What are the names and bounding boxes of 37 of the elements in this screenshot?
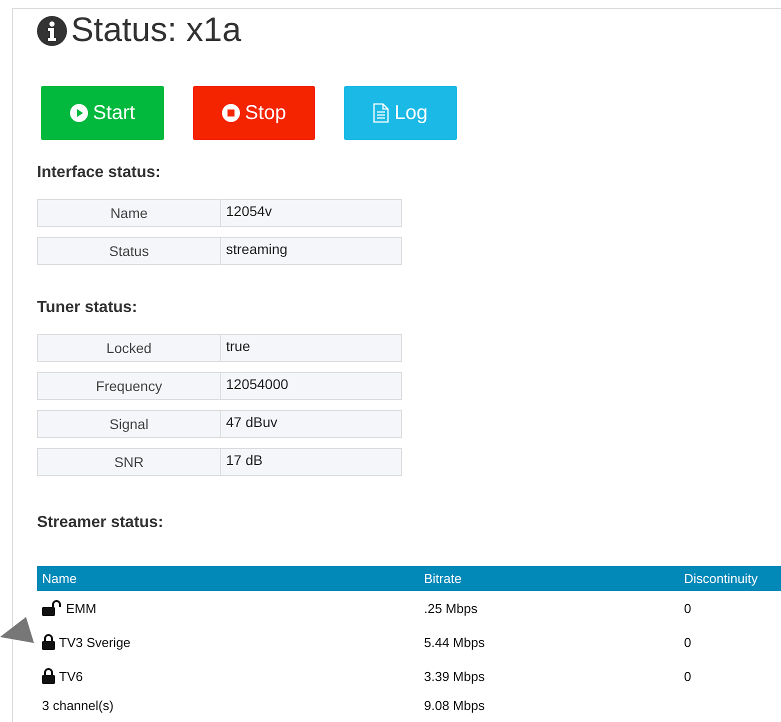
total-bitrate: 9.08 Mbps — [424, 698, 486, 712]
table-cell-text: 0 — [684, 634, 692, 650]
row-label: Status — [38, 238, 221, 264]
section-heading: Streamer status: — [37, 514, 164, 532]
channel-name: EMM — [66, 601, 96, 616]
row-label: Signal — [38, 411, 221, 437]
start-button[interactable]: Start — [41, 86, 164, 140]
table-cell-text: 5.44 Mbps — [424, 634, 486, 650]
row-value: streaming — [225, 240, 288, 259]
column-header: Name — [42, 571, 78, 586]
stop-icon — [222, 104, 240, 122]
log-button[interactable]: Log — [344, 86, 457, 140]
channel-count: 3 channel(s) — [42, 698, 115, 712]
row-label: Locked — [38, 335, 221, 361]
page-title: Status: x1a — [71, 11, 242, 50]
section-heading: Tuner status: — [37, 299, 138, 317]
row-label: Frequency — [38, 373, 221, 399]
row-value: 12054000 — [225, 375, 290, 394]
channel-name: TV6 — [59, 669, 83, 684]
row-value: 47 dBuv — [225, 413, 278, 432]
document-icon — [373, 103, 390, 123]
column-header: Discontinuity — [684, 571, 759, 586]
stop-button[interactable]: Stop — [193, 86, 315, 140]
row-value: true — [225, 337, 252, 356]
info-icon — [37, 16, 67, 46]
table-cell-text: 0 — [684, 600, 692, 616]
table-cell-text: 3.39 Mbps — [424, 668, 486, 684]
play-icon — [70, 104, 88, 122]
row-label: Name — [38, 200, 221, 226]
row-value: 17 dB — [225, 451, 264, 470]
row-value: 12054v — [225, 202, 273, 221]
section-heading: Interface status: — [37, 164, 162, 182]
row-label: SNR — [38, 449, 221, 475]
table-cell-text: .25 Mbps — [424, 600, 478, 616]
table-cell-text: 0 — [684, 668, 692, 684]
column-header: Bitrate — [424, 571, 463, 586]
channel-name: TV3 Sverige — [59, 635, 131, 650]
